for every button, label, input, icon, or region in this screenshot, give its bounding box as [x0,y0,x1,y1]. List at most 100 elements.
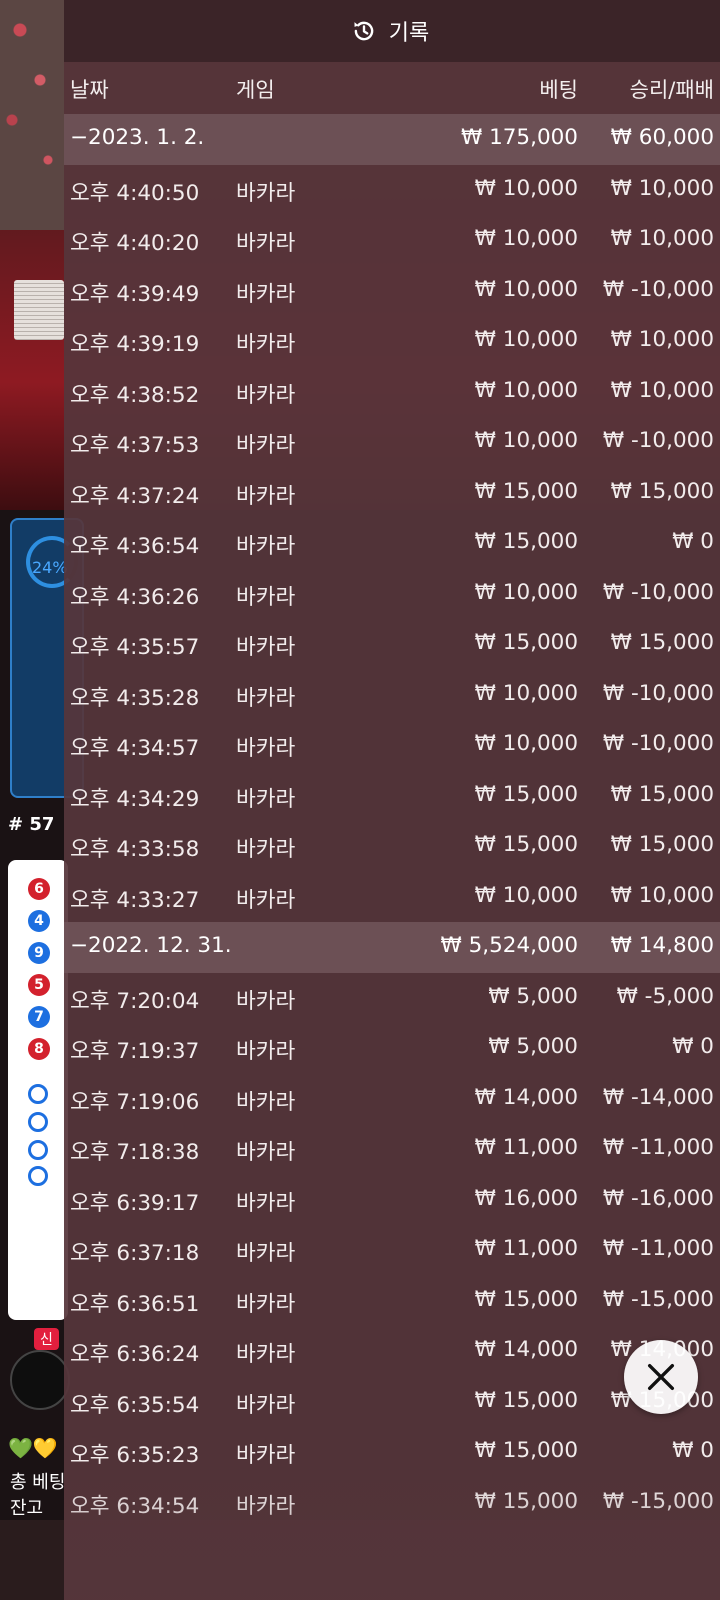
history-row[interactable]: 오후 6:36:24바카라₩ 14,000₩ 14,000 [64,1326,720,1377]
row-bet: ₩ 10,000 [474,377,578,403]
row-bet: ₩ 11,000 [474,1135,578,1160]
timer-percent: 24% [32,558,68,577]
row-time: 오후 4:39:49 [70,281,200,307]
column-header-row: 날짜 게임 베팅 승리/패배 [64,62,720,114]
bead-road: 6 4 9 5 7 8 [8,860,68,1320]
row-result: ₩ -10,000 [602,428,714,453]
row-time: 오후 4:35:57 [70,635,200,660]
road-bead: 5 [28,974,50,996]
row-result: ₩ 0 [672,1034,714,1059]
history-row[interactable]: 오후 4:34:57 바카라 ₩ 10,000 ₩ -10,000 [64,720,720,771]
history-row[interactable]: 오후 7:18:38 바카라 ₩ 11,000 ₩ -11,000 [64,1124,720,1175]
history-row[interactable]: 오후 7:20:04 바카라 ₩ 5,000 ₩ -5,000 [64,973,720,1024]
history-row[interactable]: 오후 4:36:26 바카라 ₩ 10,000 ₩ -10,000 [64,569,720,620]
history-row[interactable]: 오후 6:39:17 바카라 ₩ 16,000 ₩ -16,000 [64,1175,720,1226]
road-bead: 7 [28,1006,50,1028]
row-bet: ₩ 10,000 [474,882,578,908]
row-game: 바카라 [236,534,296,559]
history-row[interactable]: 오후 4:38:52 바카라 ₩ 10,000 ₩ 10,000 [64,367,720,418]
total-bet-label: 총 베팅 [10,1472,66,1493]
row-bet: ₩ 15,000 [474,529,578,554]
road-bead: 6 [28,878,50,900]
row-bet: ₩ 5,000 [488,1034,578,1059]
history-row[interactable]: 오후 6:37:18 바카라 ₩ 11,000 ₩ -11,000 [64,1225,720,1276]
history-row[interactable]: 오후 4:33:27 바카라 ₩ 10,000 ₩ 10,000 [64,872,720,923]
group-date: −2022. 12. 31. [70,933,232,958]
row-result: ₩ 15,000 [610,630,714,655]
history-row[interactable]: 오후 6:36:51 바카라 ₩ 15,000 ₩ -15,000 [64,1276,720,1327]
row-bet: ₩ 15,000 [474,630,578,655]
row-bet: ₩ 14,000 [474,1084,578,1110]
column-result: 승리/패배 [629,78,714,102]
row-result: ₩ -15,000 [602,1286,714,1312]
history-row[interactable]: 오후 4:37:24 바카라 ₩ 15,000 ₩ 15,000 [64,468,720,519]
close-button[interactable] [624,1340,698,1414]
history-row[interactable]: 오후 6:34:54 바카라 ₩ 15,000 ₩ -15,000 [64,1478,720,1529]
row-game: 바카라 [236,1089,296,1115]
row-bet: ₩ 5,000 [488,983,578,1009]
row-result: ₩ 15,000 [610,832,714,857]
history-list[interactable]: −2023. 1. 2. ₩ 175,000 ₩ 60,000 오후 4:40:50 바… [64,114,720,1528]
history-row[interactable]: 오후 4:33:58 바카라 ₩ 15,000 ₩ 15,000 [64,821,720,872]
row-result: ₩ 15,000 [610,781,714,807]
history-row[interactable]: 오후 4:39:19 바카라 ₩ 10,000 ₩ 10,000 [64,316,720,367]
row-time: 오후 4:37:24 [70,483,200,509]
row-result: ₩ 0 [672,529,714,554]
row-time: 오후 4:33:27 [70,887,200,913]
row-time: 오후 7:20:04 [70,988,200,1014]
row-result: ₩ -10,000 [602,276,714,302]
history-row[interactable]: 오후 4:40:50 바카라 ₩ 10,000 ₩ 10,000 [64,165,720,216]
row-time: 오후 7:18:38 [70,1140,200,1165]
history-row[interactable]: 오후 6:35:54바카라₩ 15,000₩ 15,000 [64,1377,720,1428]
row-game: 바카라 [236,180,296,206]
row-time: 오후 4:33:58 [70,837,200,862]
row-bet: ₩ 15,000 [474,478,578,504]
row-game: 바카라 [236,887,296,913]
row-time: 오후 4:37:53 [70,433,200,458]
date-group-row[interactable]: −2022. 12. 31. ₩ 5,524,000 ₩ 14,800 [64,922,720,973]
row-result: ₩ 10,000 [610,226,714,251]
group-bet-total: ₩ 5,524,000 [440,933,578,958]
road-circle [28,1166,48,1186]
row-time: 오후 4:36:54 [70,534,200,559]
date-group-row[interactable]: −2023. 1. 2. ₩ 175,000 ₩ 60,000 [64,114,720,165]
group-result-total: ₩ 60,000 [610,125,714,150]
group-result-total: ₩ 14,800 [610,933,714,958]
column-game: 게임 [236,78,275,102]
avatar[interactable] [10,1350,70,1410]
history-row[interactable]: 오후 4:36:54 바카라 ₩ 15,000 ₩ 0 [64,518,720,569]
history-row[interactable]: 오후 4:34:29 바카라 ₩ 15,000 ₩ 15,000 [64,771,720,822]
column-date: 날짜 [70,78,109,102]
group-bet-total: ₩ 175,000 [460,125,578,150]
history-row[interactable]: 오후 4:35:28 바카라 ₩ 10,000 ₩ -10,000 [64,670,720,721]
row-result: ₩ 0 [672,1438,714,1463]
column-bet: 베팅 [539,78,578,102]
row-time: 오후 4:38:52 [70,382,200,408]
new-badge: 신 [34,1328,59,1350]
history-row[interactable]: 오후 7:19:37 바카라 ₩ 5,000 ₩ 0 [64,1023,720,1074]
row-result: ₩ 10,000 [610,882,714,908]
group-date: −2023. 1. 2. [70,125,205,150]
row-result: ₩ -11,000 [602,1135,714,1160]
history-row[interactable]: 오후 4:40:20 바카라 ₩ 10,000 ₩ 10,000 [64,215,720,266]
row-result: ₩ -14,000 [602,1084,714,1110]
history-row[interactable]: 오후 4:35:57 바카라 ₩ 15,000 ₩ 15,000 [64,619,720,670]
blossom-decoration [0,0,64,230]
row-result: ₩ 10,000 [610,175,714,201]
row-game: 바카라 [236,988,296,1014]
history-row[interactable]: 오후 4:37:53 바카라 ₩ 10,000 ₩ -10,000 [64,417,720,468]
row-game: 바카라 [236,635,296,660]
row-game: 바카라 [236,1443,296,1468]
row-time: 오후 6:39:17 [70,1190,200,1216]
close-icon [647,1363,675,1391]
history-row[interactable]: 오후 6:35:23 바카라 ₩ 15,000 ₩ 0 [64,1427,720,1478]
history-icon [354,21,374,41]
row-bet: ₩ 15,000 [474,1387,578,1413]
history-row[interactable]: 오후 7:19:06 바카라 ₩ 14,000 ₩ -14,000 [64,1074,720,1125]
road-circle [28,1084,48,1104]
history-panel: 기록 날짜 게임 베팅 승리/패배 −2023. 1. 2. ₩ 175,000 ₩… [64,0,720,1600]
row-game: 바카라 [236,584,296,610]
row-game: 바카라 [236,231,296,256]
row-bet: ₩ 14,000 [474,1337,578,1362]
history-row[interactable]: 오후 4:39:49 바카라 ₩ 10,000 ₩ -10,000 [64,266,720,317]
